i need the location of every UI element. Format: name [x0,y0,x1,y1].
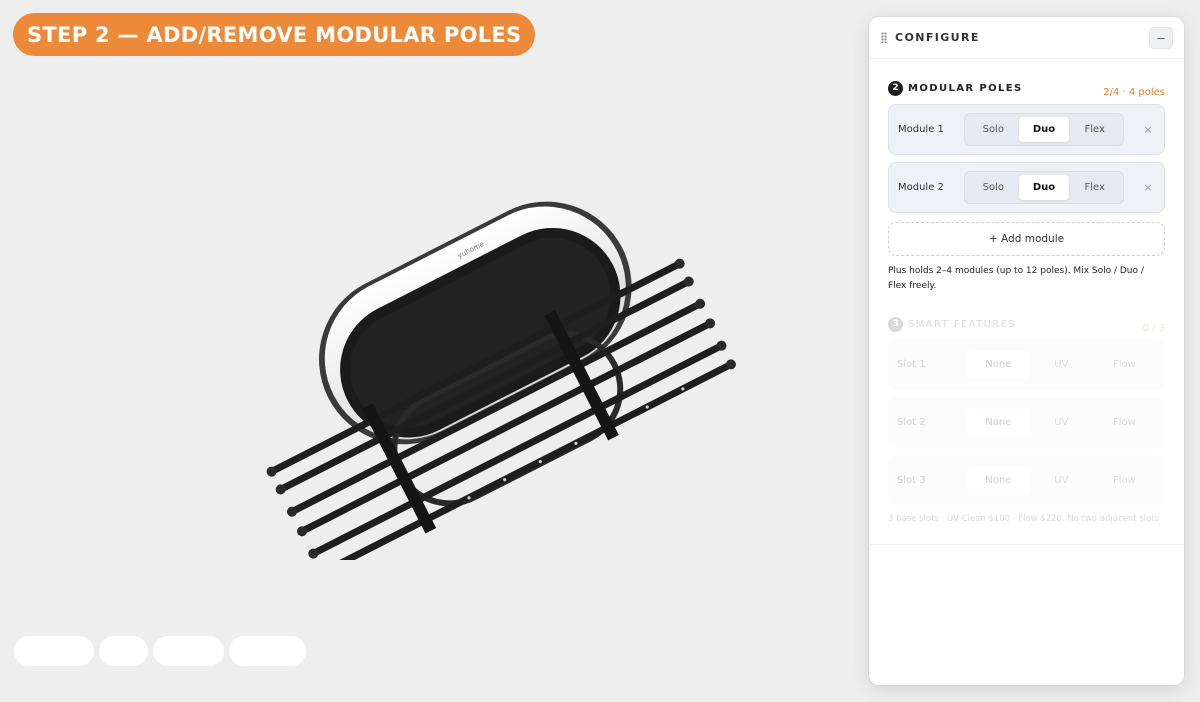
option-none: None [966,409,1030,436]
pole-type-selector: Solo Duo Flex [964,171,1124,204]
step-number-badge: 2 [888,80,903,96]
section-title: SMART FEATURES [908,318,1017,330]
add-module-button[interactable]: + Add module [888,222,1165,256]
option-none: None [966,351,1030,378]
option-duo[interactable]: Duo [1018,117,1070,142]
slot-row: Slot 1 None UV Flow [888,339,1165,390]
modular-poles-header: 2 MODULAR POLES 2/4 · 4 poles [888,80,1165,98]
feature-count: 0 / 3 [1142,323,1165,334]
feature-selector: None UV Flow [966,351,1156,378]
slot-label: Slot 3 [897,475,926,486]
view-control-button[interactable] [99,636,148,666]
step-number-badge: 3 [888,316,903,332]
drying-rack-render: yuhome [266,201,736,578]
panel-header[interactable]: CONFIGURE – [869,17,1184,59]
module-row: Module 1 Solo Duo Flex × [888,104,1165,155]
pole-count: 2/4 · 4 poles [1103,87,1165,98]
product-viewer[interactable]: yuhome [180,180,740,578]
option-flow: Flow [1113,417,1136,428]
modules-hint: Plus holds 2–4 modules (up to 12 poles).… [888,266,1144,291]
view-control-button[interactable] [153,636,224,666]
option-none: None [966,467,1030,494]
option-uv: UV [1054,417,1069,428]
panel-title: CONFIGURE [895,31,980,44]
configure-panel: CONFIGURE – 2 MODULAR POLES 2/4 · 4 pole… [869,17,1184,685]
option-flex[interactable]: Flex [1069,117,1120,142]
view-control-button[interactable] [14,636,94,666]
remove-module-icon[interactable]: × [1141,123,1155,136]
view-controls [14,636,306,666]
collapse-button[interactable]: – [1149,26,1173,49]
option-solo[interactable]: Solo [968,175,1019,200]
option-flow: Flow [1113,475,1136,486]
remove-module-icon[interactable]: × [1141,181,1155,194]
module-label: Module 2 [898,182,944,193]
option-duo[interactable]: Duo [1018,175,1070,200]
option-uv: UV [1054,475,1069,486]
module-label: Module 1 [898,124,944,135]
pole-type-selector: Solo Duo Flex [964,113,1124,146]
option-flex[interactable]: Flex [1069,175,1120,200]
option-flow: Flow [1113,359,1136,370]
feature-selector: None UV Flow [966,409,1156,436]
module-row: Module 2 Solo Duo Flex × [888,162,1165,213]
option-solo[interactable]: Solo [968,117,1019,142]
configure-scroll-area[interactable]: 2 MODULAR POLES 2/4 · 4 poles Module 1 S… [869,59,1184,545]
smart-features-section: 3 SMART FEATURES 0 / 3 Slot 1 None UV Fl… [888,316,1165,524]
option-uv: UV [1054,359,1069,370]
drag-handle-icon[interactable] [881,32,887,43]
slot-label: Slot 1 [897,359,926,370]
smart-features-footnote: 3 base slots · UV Clean $100 · Flow $220… [888,514,1160,524]
slot-row: Slot 3 None UV Flow [888,455,1165,506]
step-banner: STEP 2 — ADD/REMOVE MODULAR POLES [13,13,536,56]
slot-row: Slot 2 None UV Flow [888,397,1165,448]
feature-selector: None UV Flow [966,467,1156,494]
section-title: MODULAR POLES [908,82,1023,94]
smart-features-header: 3 SMART FEATURES 0 / 3 [888,316,1165,334]
slot-label: Slot 2 [897,417,926,428]
view-control-button[interactable] [229,636,306,666]
